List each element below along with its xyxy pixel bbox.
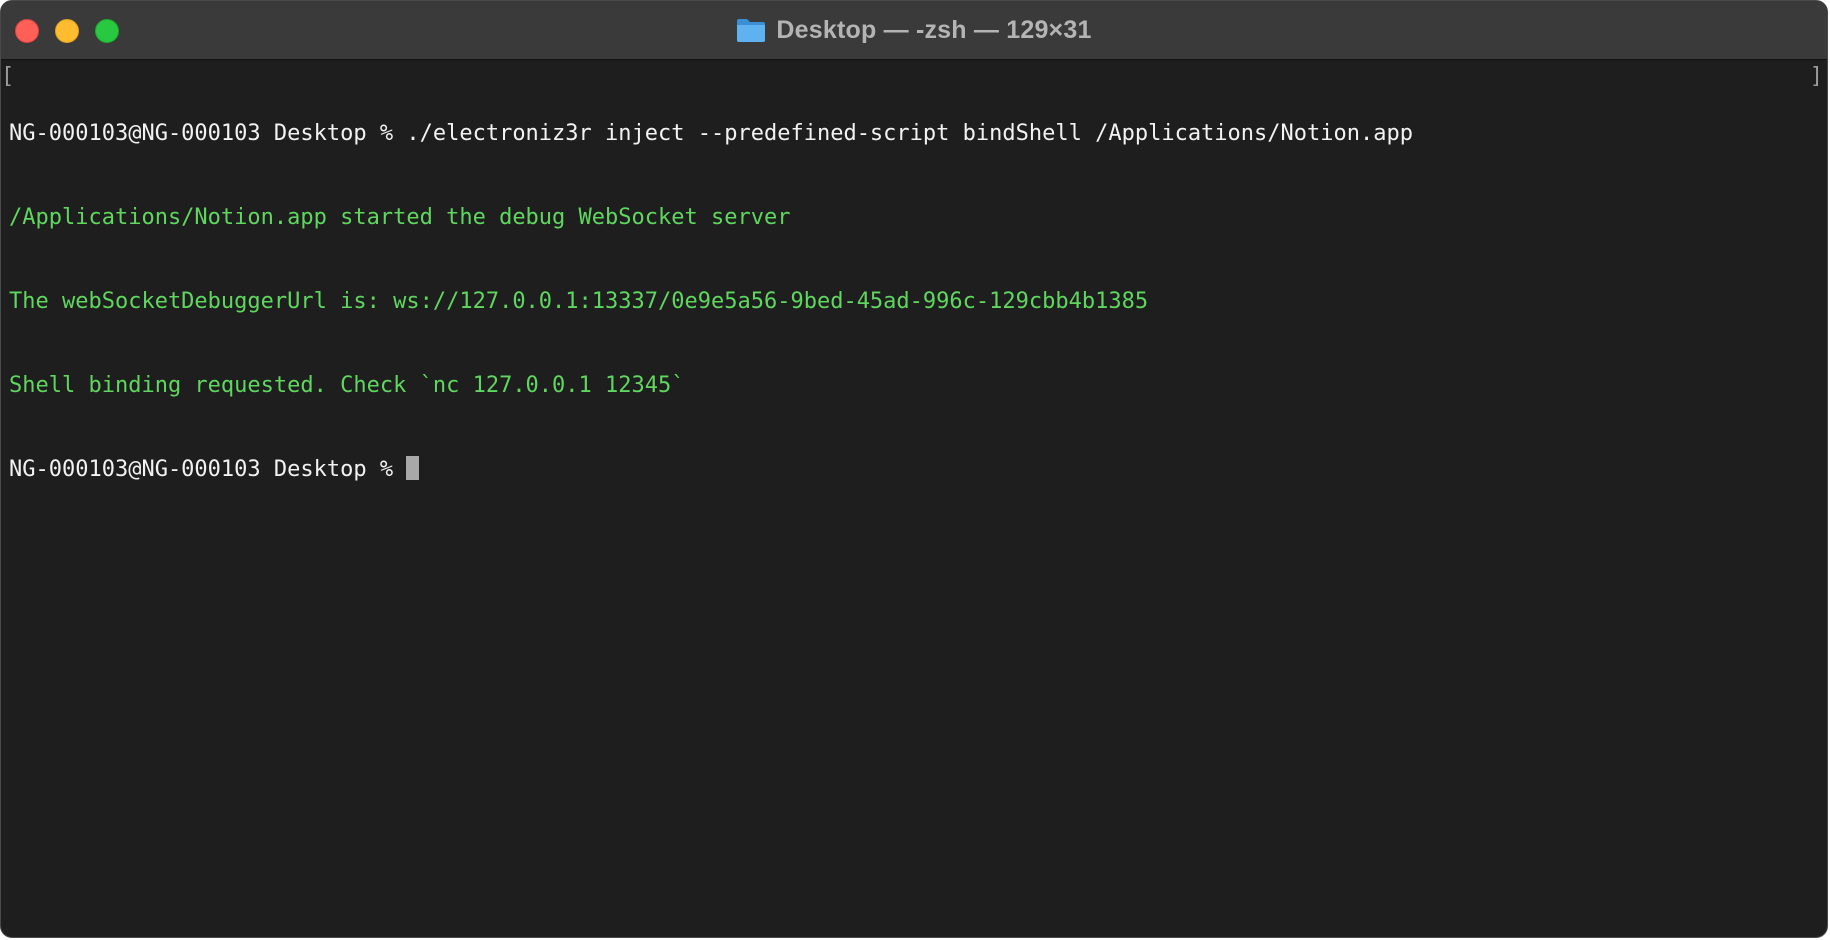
folder-icon <box>736 17 766 43</box>
terminal-output[interactable]: NG-000103@NG-000103 Desktop % ./electron… <box>1 60 1827 937</box>
command-line: NG-000103@NG-000103 Desktop % ./electron… <box>9 121 1413 146</box>
prompt-line[interactable]: NG-000103@NG-000103 Desktop % <box>9 456 1827 484</box>
window-title-group: Desktop — -zsh — 129×31 <box>1 1 1827 59</box>
shell-prompt: NG-000103@NG-000103 Desktop % <box>9 457 407 482</box>
terminal-window: Desktop — -zsh — 129×31 [ ] NG-000103@NG… <box>0 0 1828 938</box>
text-cursor <box>406 456 420 480</box>
window-title: Desktop — -zsh — 129×31 <box>776 15 1092 44</box>
title-bar[interactable]: Desktop — -zsh — 129×31 <box>1 1 1827 60</box>
output-line: Shell binding requested. Check `nc 127.0… <box>9 373 685 398</box>
output-line: The webSocketDebuggerUrl is: ws://127.0.… <box>9 289 1149 314</box>
output-line: /Applications/Notion.app started the deb… <box>9 205 791 230</box>
